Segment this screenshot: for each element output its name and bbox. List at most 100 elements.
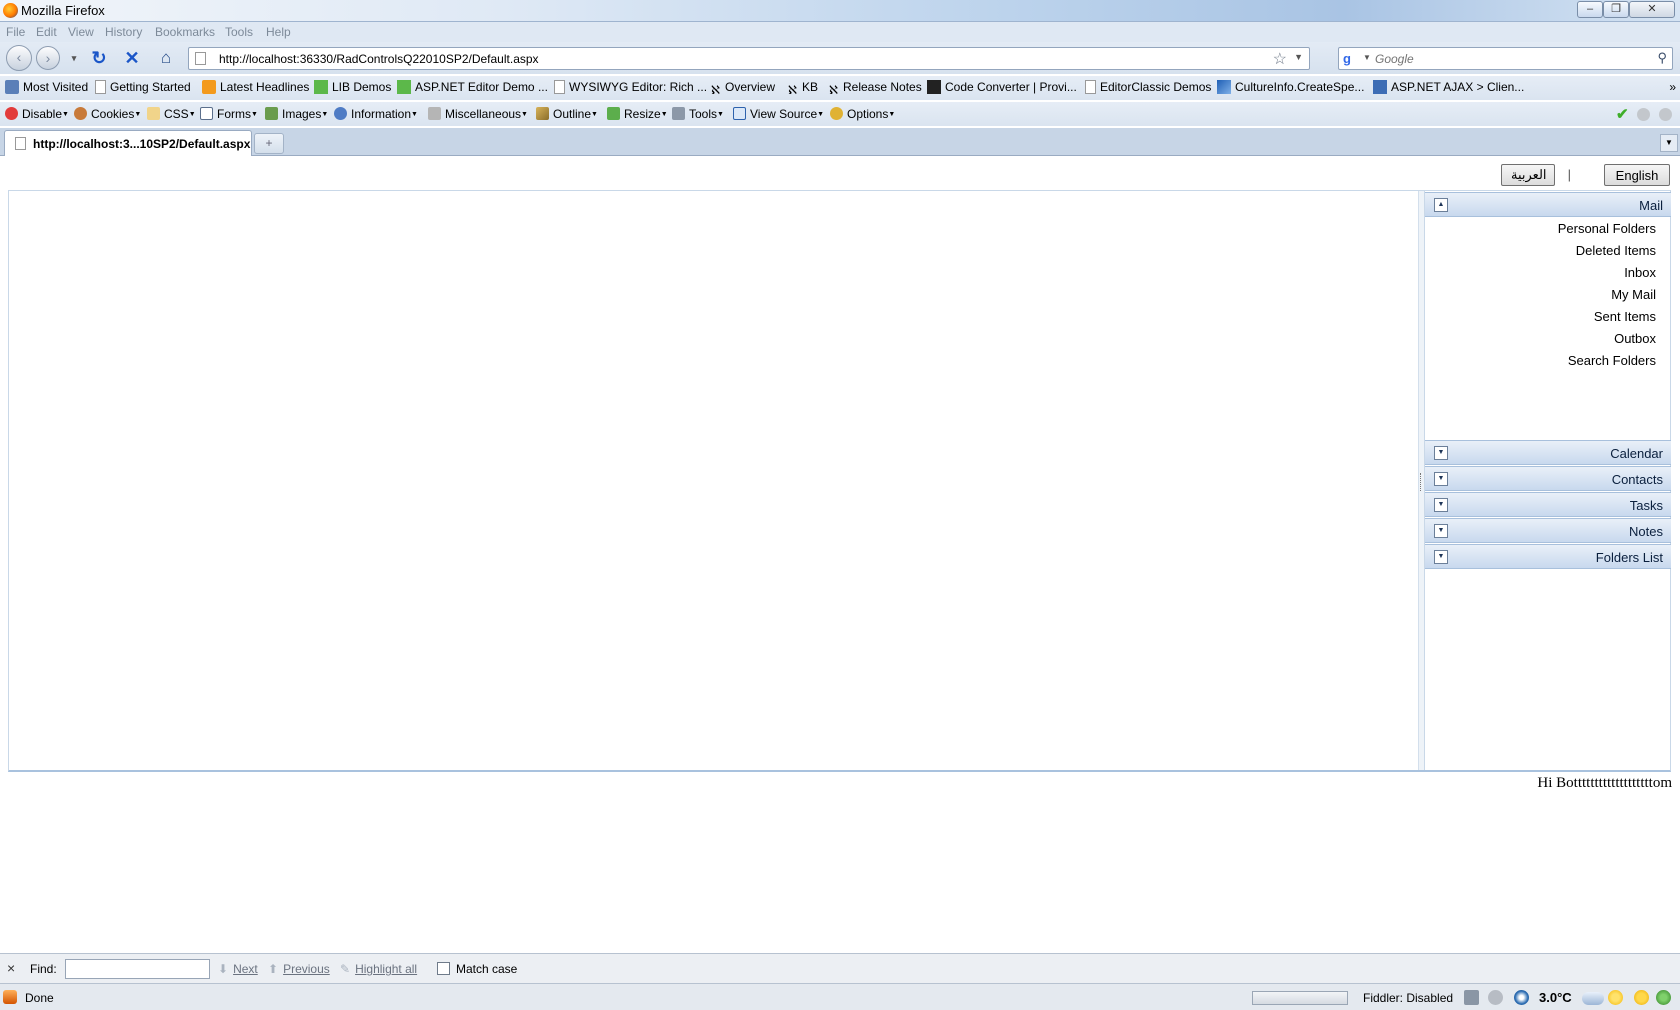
bookmark-cultureinfo[interactable]: CultureInfo.CreateSpe... (1217, 80, 1364, 94)
menu-view[interactable]: View (68, 25, 94, 39)
bookmark-most-visited[interactable]: Most Visited (5, 80, 88, 94)
bookmark-star-icon[interactable]: ☆ (1273, 49, 1287, 69)
partly-sunny-icon[interactable] (1608, 990, 1623, 1005)
js-status-icon[interactable] (1659, 108, 1672, 121)
menu-tools[interactable]: Tools (225, 25, 253, 39)
bookmark-aspnet-editor-demo[interactable]: ASP.NET Editor Demo ... (397, 80, 548, 94)
search-box[interactable]: g ▼ ⚲ (1338, 47, 1673, 70)
menu-history[interactable]: History (105, 25, 142, 39)
splitter-grip-icon[interactable] (1420, 473, 1423, 491)
rad-splitter: ▲ Mail Personal Folders Deleted Items In… (8, 190, 1671, 772)
bookmarks-overflow-button[interactable]: » (1669, 80, 1676, 94)
close-window-button[interactable]: ✕ (1629, 1, 1675, 18)
find-input[interactable] (65, 959, 210, 979)
bookmark-wysiwyg-editor[interactable]: WYSIWYG Editor: Rich ... (554, 80, 707, 94)
mail-item-sent-items[interactable]: Sent Items (1594, 309, 1656, 324)
menu-help[interactable]: Help (266, 25, 291, 39)
status-globe-icon[interactable] (1656, 990, 1671, 1005)
highlight-all-button[interactable]: ✎ Highlight all (340, 962, 417, 976)
expand-arrow-icon[interactable]: ▼ (1434, 472, 1448, 486)
url-text[interactable]: http://localhost:36330/RadControlsQ22010… (219, 52, 539, 66)
address-bar[interactable]: http://localhost:36330/RadControlsQ22010… (188, 47, 1310, 70)
bookmark-latest-headlines[interactable]: Latest Headlines (202, 80, 309, 94)
dev-miscellaneous-menu[interactable]: Miscellaneous▼ (428, 107, 528, 121)
panel-header-calendar[interactable]: ▼ Calendar (1425, 440, 1671, 465)
cloud-weather-icon[interactable] (1582, 992, 1604, 1005)
arabic-language-button[interactable]: العربية (1501, 164, 1555, 186)
dev-css-menu[interactable]: CSS▼ (147, 107, 196, 121)
new-tab-button[interactable]: + (254, 133, 284, 154)
match-case-checkbox[interactable] (437, 962, 450, 975)
firebug-icon[interactable] (3, 990, 17, 1004)
dev-options-menu[interactable]: Options▼ (830, 107, 895, 121)
collapse-arrow-icon[interactable]: ▲ (1434, 198, 1448, 212)
bookmark-kb[interactable]: ℵ KB (788, 80, 818, 97)
mail-item-inbox[interactable]: Inbox (1624, 265, 1656, 280)
home-icon[interactable]: ⌂ (155, 48, 177, 70)
bookmark-overview[interactable]: ℵ Overview (711, 80, 775, 97)
mail-item-personal-folders[interactable]: Personal Folders (1558, 221, 1656, 236)
css-status-icon[interactable] (1637, 108, 1650, 121)
menu-bookmarks[interactable]: Bookmarks (155, 25, 215, 39)
bug-icon[interactable] (1464, 990, 1479, 1005)
history-dropdown-icon[interactable]: ▾ (63, 48, 85, 70)
mail-item-deleted-items[interactable]: Deleted Items (1576, 243, 1656, 258)
find-previous-button[interactable]: ⬆ Previous (268, 962, 330, 976)
panel-header-mail[interactable]: ▲ Mail (1425, 192, 1671, 217)
navigation-toolbar: ‹ › ▾ ↻ ✕ ⌂ http://localhost:36330/RadCo… (0, 42, 1680, 74)
mail-item-search-folders[interactable]: Search Folders (1568, 353, 1656, 368)
dev-view-source-menu[interactable]: View Source▼ (733, 107, 824, 121)
panel-header-contacts[interactable]: ▼ Contacts (1425, 466, 1671, 491)
cookies-icon (74, 107, 87, 120)
tab-active[interactable]: http://localhost:3...10SP2/Default.aspx (4, 130, 252, 156)
panel-header-folders-list[interactable]: ▼ Folders List (1425, 544, 1671, 569)
url-dropdown-icon[interactable]: ▼ (1294, 52, 1303, 62)
clock-icon[interactable] (1514, 990, 1529, 1005)
find-next-button[interactable]: ⬇ Next (218, 962, 258, 976)
google-engine-icon[interactable]: g (1343, 51, 1359, 67)
dev-resize-menu[interactable]: Resize▼ (607, 107, 668, 121)
language-separator: | (1567, 167, 1571, 182)
dev-information-menu[interactable]: Information▼ (334, 107, 418, 121)
list-all-tabs-icon[interactable]: ▼ (1660, 134, 1678, 152)
menu-edit[interactable]: Edit (36, 25, 57, 39)
back-button[interactable]: ‹ (6, 45, 32, 71)
dev-outline-menu[interactable]: Outline▼ (536, 107, 598, 121)
bookmark-lib-demos[interactable]: LIB Demos (314, 80, 391, 94)
english-language-button[interactable]: English (1604, 164, 1670, 186)
reload-icon[interactable]: ↻ (88, 48, 110, 70)
search-input[interactable] (1375, 50, 1645, 67)
dev-tools-menu[interactable]: Tools▼ (672, 107, 724, 121)
dev-disable-menu[interactable]: Disable▼ (5, 107, 69, 121)
stop-icon[interactable]: ✕ (121, 48, 143, 70)
bookmark-aspnet-ajax[interactable]: ASP.NET AJAX > Clien... (1373, 80, 1524, 94)
sun-icon[interactable] (1634, 990, 1649, 1005)
expand-arrow-icon[interactable]: ▼ (1434, 524, 1448, 538)
bookmark-getting-started[interactable]: Getting Started (95, 80, 191, 94)
dev-images-menu[interactable]: Images▼ (265, 107, 328, 121)
dev-cookies-menu[interactable]: Cookies▼ (74, 107, 141, 121)
panel-header-notes[interactable]: ▼ Notes (1425, 518, 1671, 543)
close-find-bar-button[interactable]: × (7, 960, 15, 976)
panel-header-tasks[interactable]: ▼ Tasks (1425, 492, 1671, 517)
maximize-button[interactable]: ❐ (1603, 1, 1629, 18)
search-icon[interactable]: ⚲ (1657, 50, 1667, 66)
expand-arrow-icon[interactable]: ▼ (1434, 550, 1448, 564)
validation-check-icon[interactable]: ✔ (1616, 105, 1629, 123)
dev-forms-menu[interactable]: Forms▼ (200, 107, 258, 121)
expand-arrow-icon[interactable]: ▼ (1434, 446, 1448, 460)
expand-arrow-icon[interactable]: ▼ (1434, 498, 1448, 512)
bookmark-editorclassic-demos[interactable]: EditorClassic Demos (1085, 80, 1211, 94)
match-case-label[interactable]: Match case (456, 962, 517, 976)
addon-icon[interactable] (1488, 990, 1503, 1005)
minimize-button[interactable]: – (1577, 1, 1603, 18)
bookmark-code-converter[interactable]: Code Converter | Provi... (927, 80, 1077, 94)
menu-file[interactable]: File (6, 25, 25, 39)
bookmark-release-notes[interactable]: ℵ Release Notes (829, 80, 922, 97)
forward-button[interactable]: › (36, 46, 60, 70)
engine-dropdown-icon[interactable]: ▼ (1363, 53, 1371, 62)
images-icon (265, 107, 278, 120)
fiddler-status[interactable]: Fiddler: Disabled (1363, 991, 1453, 1005)
mail-item-my-mail[interactable]: My Mail (1611, 287, 1656, 302)
mail-item-outbox[interactable]: Outbox (1614, 331, 1656, 346)
